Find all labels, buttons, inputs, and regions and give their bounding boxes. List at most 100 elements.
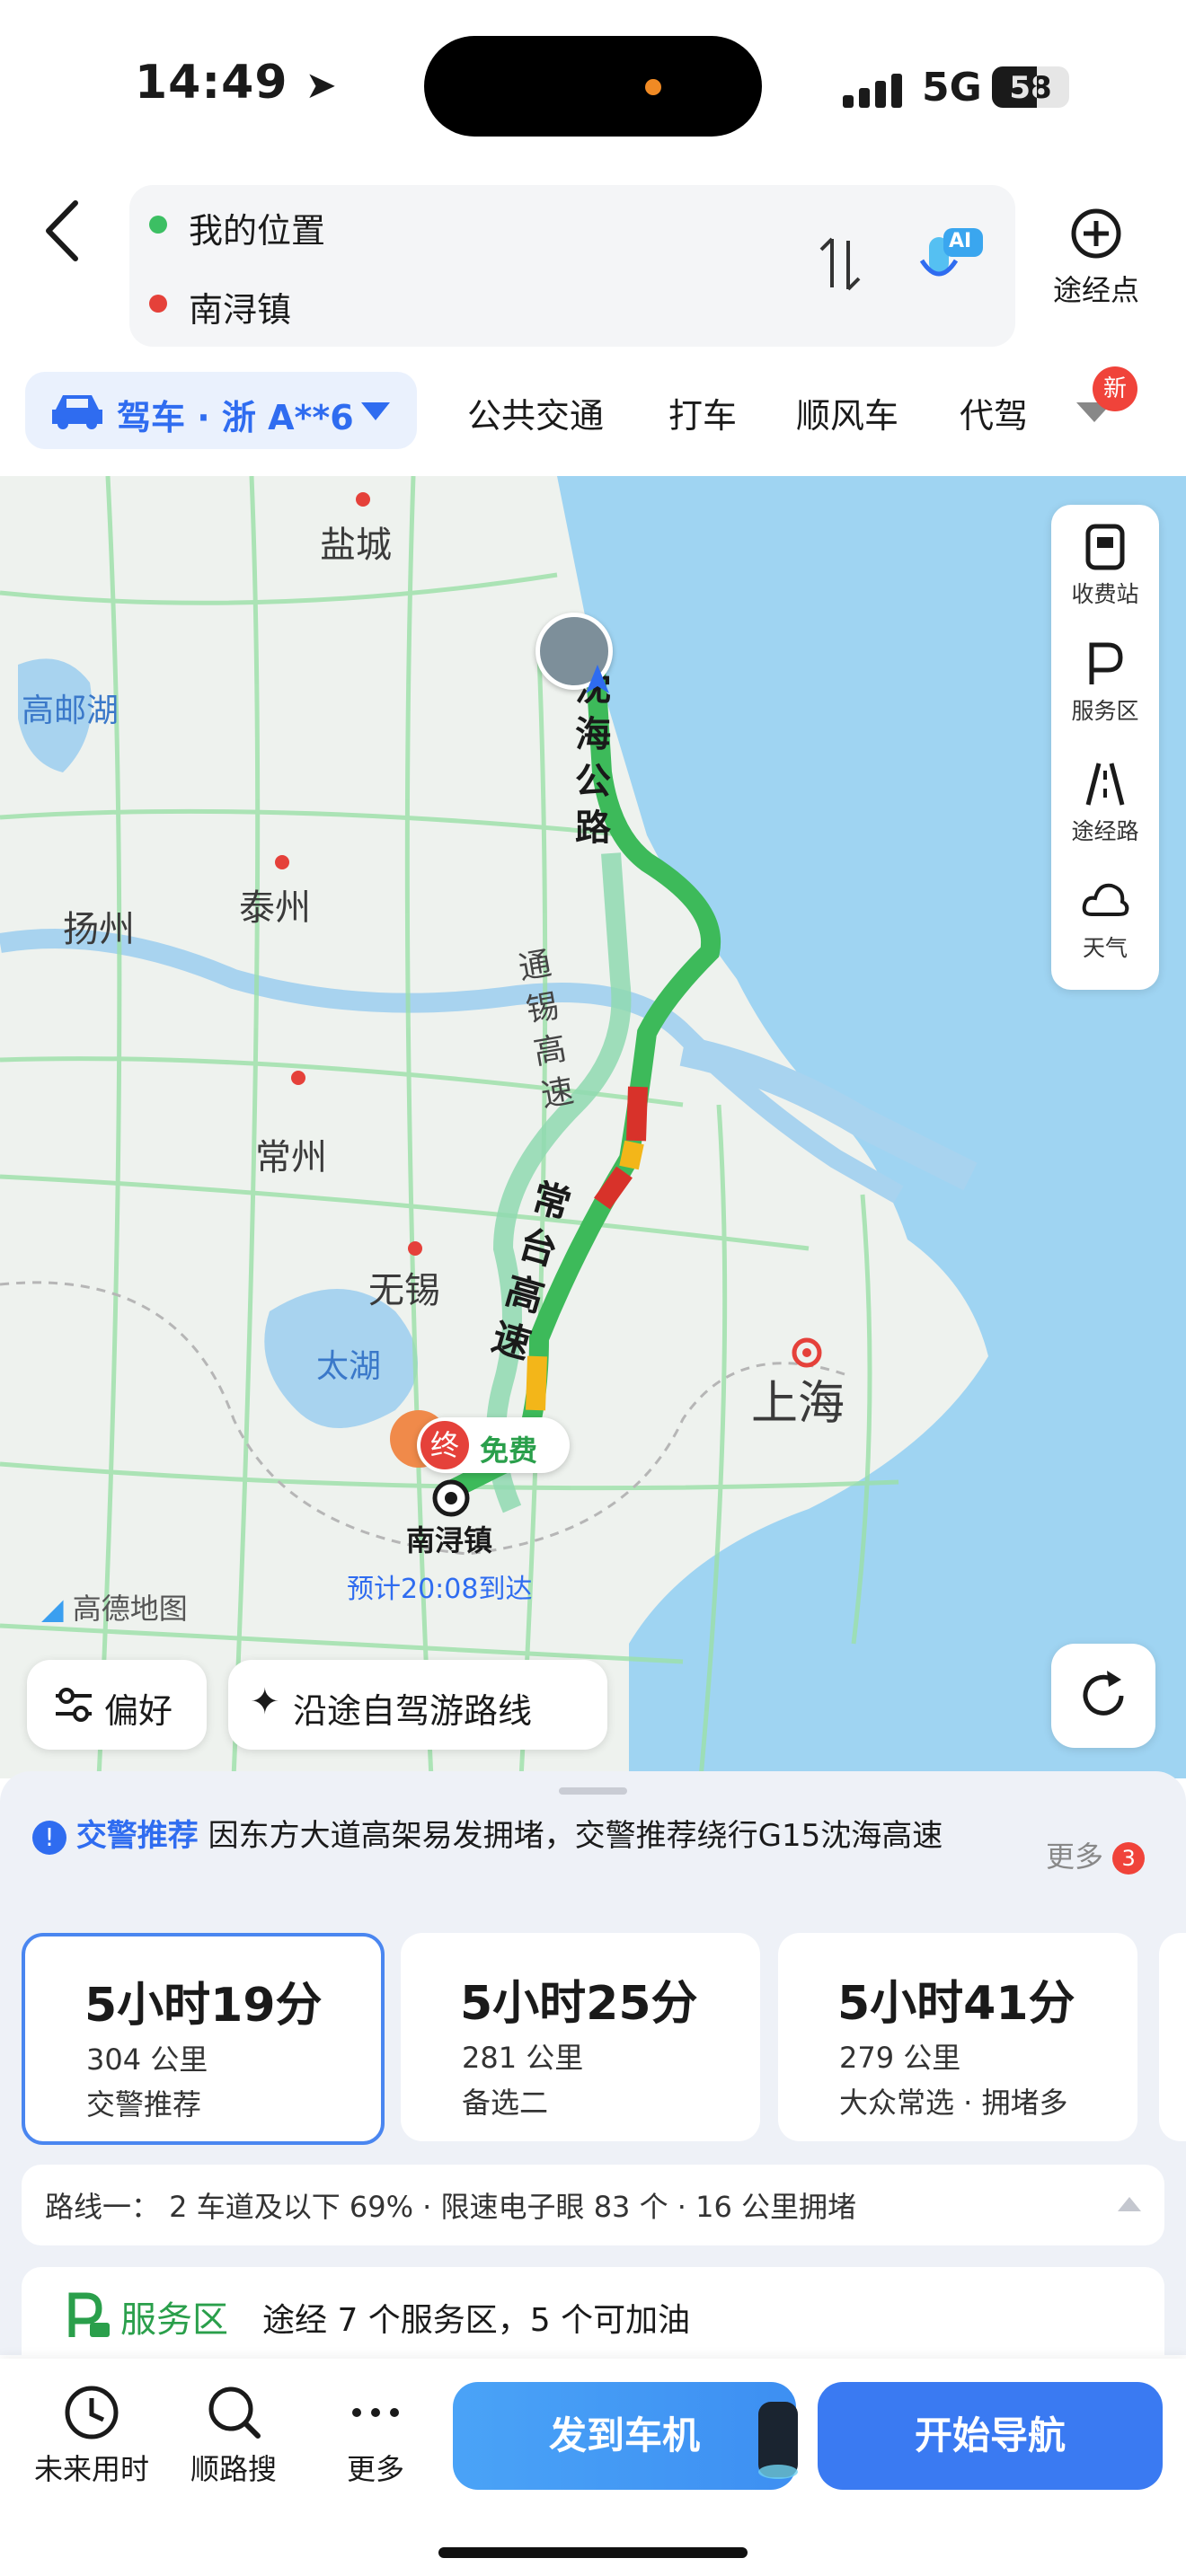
toll-station-icon bbox=[1085, 524, 1125, 570]
preference-button[interactable]: 偏好 bbox=[27, 1660, 207, 1750]
voice-ai-button[interactable]: AI bbox=[916, 225, 988, 296]
refresh-icon bbox=[1083, 1671, 1124, 1716]
via-roads-button[interactable]: 途经路 bbox=[1051, 760, 1159, 846]
search-icon bbox=[208, 2386, 261, 2439]
status-time: 14:49 ➤ bbox=[135, 56, 338, 110]
toll-free-label: 免费 bbox=[480, 1434, 538, 1468]
route-2-tag: 备选二 bbox=[462, 2086, 549, 2120]
route-1-tag: 交警推荐 bbox=[86, 2087, 202, 2122]
destination-field[interactable]: 南浔镇 bbox=[189, 282, 291, 331]
clock-icon bbox=[65, 2386, 119, 2439]
route-card-1[interactable]: 5小时19分 304 公里 交警推荐 bbox=[22, 1933, 385, 2145]
new-badge: 新 bbox=[1093, 366, 1137, 411]
city-label-changzhou: 常州 bbox=[255, 1137, 327, 1178]
amap-arrow-icon: ◢ bbox=[41, 1592, 64, 1626]
destination-map-label: 南浔镇 bbox=[406, 1523, 493, 1557]
battery-percent: 58 bbox=[1009, 70, 1052, 106]
end-marker-pill[interactable]: 终 免费 bbox=[417, 1417, 570, 1473]
destination-dot-icon bbox=[149, 295, 167, 313]
route-1-distance: 304 公里 bbox=[86, 2042, 208, 2077]
back-arrow-icon[interactable] bbox=[40, 198, 84, 264]
dropdown-caret-icon bbox=[361, 402, 390, 420]
route-2-time: 5小时25分 bbox=[460, 1977, 698, 2031]
tab-public-transit[interactable]: 公共交通 bbox=[467, 388, 604, 437]
collapse-caret-icon[interactable] bbox=[1116, 2195, 1143, 2213]
route-card-4-peek[interactable] bbox=[1159, 1933, 1186, 2141]
route-2-distance: 281 公里 bbox=[462, 2041, 584, 2075]
service-area-title: 服务区 bbox=[120, 2299, 228, 2341]
location-arrow-icon: ➤ bbox=[305, 63, 338, 107]
tab-carpool[interactable]: 顺风车 bbox=[796, 388, 898, 437]
end-marker-badge: 终 bbox=[420, 1421, 469, 1469]
route-card-3[interactable]: 5小时41分 279 公里 大众常选 · 拥堵多 bbox=[778, 1933, 1137, 2141]
refresh-button[interactable] bbox=[1051, 1644, 1155, 1748]
alert-icon: ! bbox=[32, 1820, 66, 1855]
route-3-time: 5小时41分 bbox=[837, 1977, 1075, 2031]
tab-designated-driver[interactable]: 代驾 bbox=[960, 388, 1031, 437]
home-indicator bbox=[438, 2547, 748, 2558]
battery-icon: 58 bbox=[992, 66, 1069, 108]
waypoint-label: 途经点 bbox=[1052, 273, 1139, 307]
signal-strength-icon bbox=[843, 74, 902, 108]
service-area-button[interactable]: 服务区 bbox=[1051, 640, 1159, 726]
start-navigation-button[interactable]: 开始导航 bbox=[818, 2382, 1163, 2490]
origin-field[interactable]: 我的位置 bbox=[189, 203, 325, 252]
route-3-tag: 大众常选 · 拥堵多 bbox=[839, 2086, 1068, 2120]
weather-button[interactable]: 天气 bbox=[1051, 877, 1159, 963]
self-drive-route-button[interactable]: ✦ 沿途自驾游路线 bbox=[228, 1660, 607, 1750]
route-1-time: 5小时19分 bbox=[84, 1979, 323, 2033]
route-input-box[interactable]: 我的位置 南浔镇 AI bbox=[129, 185, 1015, 347]
traffic-alert[interactable]: ! 交警推荐 因东方大道高架易发拥堵，交警推荐绕行G15沈海高速 bbox=[32, 1811, 1075, 1861]
car-icon bbox=[52, 395, 102, 429]
sliders-icon bbox=[56, 1688, 92, 1722]
swap-icon[interactable] bbox=[818, 235, 863, 293]
cloud-icon bbox=[1082, 883, 1129, 916]
dynamic-island bbox=[424, 36, 762, 137]
eta-label: 预计20:08到达 bbox=[347, 1574, 533, 1605]
send-to-car-button[interactable]: 发到车机 bbox=[453, 2382, 798, 2490]
alert-title: 交警推荐 bbox=[75, 1818, 199, 1854]
car-screen-icon bbox=[758, 2402, 798, 2479]
privacy-indicator-dot bbox=[645, 79, 661, 95]
alert-count-badge: 3 bbox=[1112, 1842, 1146, 1875]
city-label-taizhou: 泰州 bbox=[239, 887, 311, 929]
city-label-yancheng: 盐城 bbox=[320, 525, 392, 566]
route-detail-text: 路线一： 2 车道及以下 69% · 限速电子眼 83 个 · 16 公里拥堵 bbox=[45, 2190, 856, 2224]
route-detail-row[interactable]: 路线一： 2 车道及以下 69% · 限速电子眼 83 个 · 16 公里拥堵 bbox=[22, 2165, 1164, 2245]
plus-circle-icon bbox=[1071, 208, 1121, 259]
map-side-panel: 收费站 服务区 途经路 天气 bbox=[1051, 505, 1159, 990]
network-type: 5G bbox=[922, 65, 982, 110]
service-area-text: 途经 7 个服务区，5 个可加油 bbox=[262, 2302, 691, 2339]
route-card-2[interactable]: 5小时25分 281 公里 备选二 bbox=[401, 1933, 760, 2141]
more-dots-icon bbox=[352, 2408, 399, 2417]
lake-label-gaoyou: 高邮湖 bbox=[22, 693, 119, 729]
sparkle-icon: ✦ bbox=[250, 1681, 280, 1723]
add-waypoint-button[interactable]: 途经点 bbox=[1042, 207, 1150, 309]
self-drive-label: 沿途自驾游路线 bbox=[293, 1691, 533, 1731]
preference-label: 偏好 bbox=[104, 1691, 173, 1731]
heading-arrow-icon bbox=[586, 665, 609, 693]
city-label-wuxi: 无锡 bbox=[368, 1270, 440, 1311]
ai-badge: AI bbox=[949, 230, 972, 252]
alert-text: 因东方大道高架易发拥堵，交警推荐绕行G15沈海高速 bbox=[208, 1818, 943, 1854]
city-label-yangzhou: 扬州 bbox=[63, 909, 135, 950]
search-along-route-button[interactable]: 顺路搜 bbox=[162, 2380, 305, 2488]
service-area-row-icon bbox=[68, 2292, 110, 2337]
service-area-icon bbox=[1089, 642, 1123, 684]
future-time-button[interactable]: 未来用时 bbox=[20, 2380, 164, 2488]
mode-drive-label: 驾车 · 浙 A**6 bbox=[117, 398, 354, 437]
city-label-shanghai: 上海 bbox=[751, 1377, 845, 1431]
road-icon bbox=[1085, 763, 1125, 806]
origin-dot-icon bbox=[149, 216, 167, 234]
alert-more-button[interactable]: 更多 3 bbox=[1046, 1834, 1146, 1875]
lake-label-taihu: 太湖 bbox=[316, 1348, 382, 1385]
service-area-row[interactable]: 服务区 途经 7 个服务区，5 个可加油 bbox=[22, 2267, 1164, 2366]
sheet-handle[interactable] bbox=[559, 1787, 627, 1795]
route-3-distance: 279 公里 bbox=[839, 2041, 961, 2075]
amap-logo: ◢ 高德地图 bbox=[41, 1592, 188, 1626]
destination-pin-icon bbox=[432, 1479, 470, 1517]
tab-taxi[interactable]: 打车 bbox=[668, 388, 737, 437]
more-actions-button[interactable]: 更多 bbox=[304, 2380, 447, 2488]
toll-station-button[interactable]: 收费站 bbox=[1051, 523, 1159, 609]
map-view[interactable]: 盐城 扬州 泰州 常州 无锡 上海 高邮湖 太湖 沈海公路 通锡高速 常台高速 … bbox=[0, 476, 1186, 1778]
